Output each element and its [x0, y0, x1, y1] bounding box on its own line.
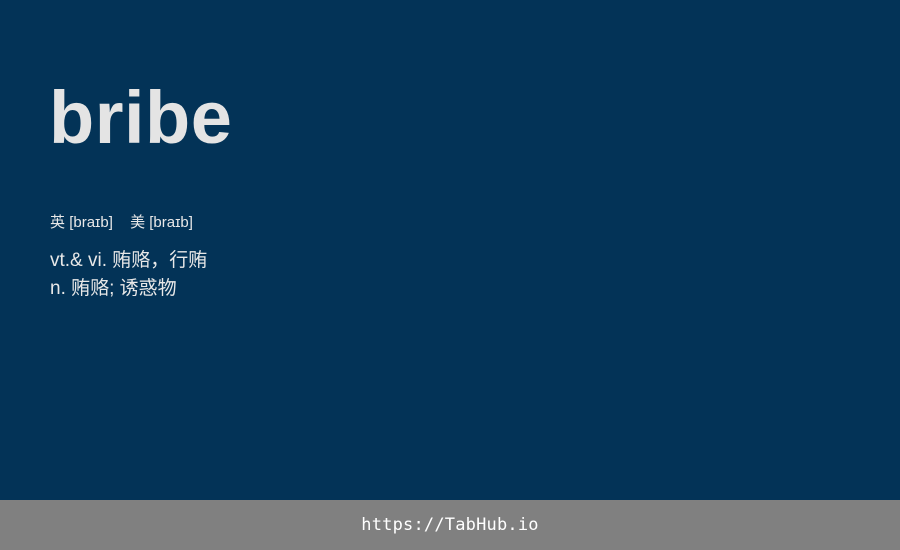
definition-line: n. 贿赂; 诱惑物 — [50, 278, 177, 299]
definitions: vt.& vi. 贿赂，行贿 n. 贿赂; 诱惑物 — [50, 247, 207, 303]
word-card: bribe 英 [braɪb] 美 [braɪb] vt.& vi. 贿赂，行贿… — [0, 0, 900, 500]
uk-pronunciation: [braɪb] — [69, 214, 113, 231]
headword: bribe — [49, 76, 233, 159]
footer-bar: https://TabHub.io — [0, 500, 900, 550]
definition-line: vt.& vi. 贿赂，行贿 — [50, 250, 208, 271]
us-pronunciation: [braɪb] — [149, 214, 193, 231]
us-label: 美 — [130, 214, 146, 231]
phonetics: 英 [braɪb] 美 [braɪb] — [50, 213, 193, 233]
footer-link[interactable]: https://TabHub.io — [361, 515, 538, 535]
uk-label: 英 — [50, 214, 66, 231]
